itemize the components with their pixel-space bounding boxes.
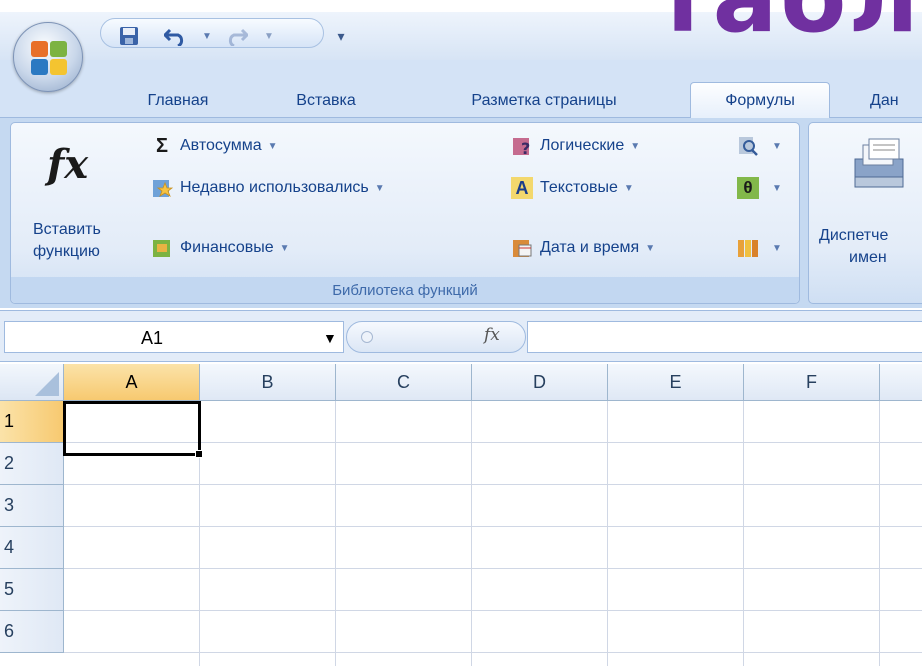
chevron-down-icon: ▼	[623, 182, 634, 194]
row-header-1[interactable]: 1	[0, 401, 64, 443]
insert-function-fx-icon[interactable]: fx	[484, 325, 500, 345]
chevron-down-icon: ▼	[630, 140, 641, 152]
logical-label: Логические	[540, 137, 625, 154]
logical-book-icon: ?	[511, 135, 533, 157]
recently-used-label: Недавно использовались	[180, 179, 369, 196]
grid-line	[607, 401, 608, 666]
fill-handle[interactable]	[195, 450, 203, 458]
column-header-g[interactable]	[880, 364, 922, 401]
financial-label: Финансовые	[180, 239, 274, 256]
active-cell-a1[interactable]	[63, 401, 201, 456]
grid-line	[64, 484, 922, 485]
formula-bar: A1 ▼ fx	[0, 310, 922, 362]
magnifier-book-icon	[737, 135, 759, 157]
column-header-f[interactable]: F	[744, 364, 880, 401]
chevron-down-icon: ▼	[374, 182, 385, 194]
tab-home[interactable]: Главная	[128, 84, 228, 118]
name-manager-button[interactable]: Диспетче имен	[809, 131, 922, 271]
column-header-e[interactable]: E	[608, 364, 744, 401]
sigma-icon: Σ	[155, 134, 168, 157]
grid-line	[64, 610, 922, 611]
grid-line	[64, 526, 922, 527]
chevron-down-icon: ▼	[772, 242, 782, 254]
column-header-b[interactable]: B	[200, 364, 336, 401]
tab-page-layout[interactable]: Разметка страницы	[424, 84, 664, 118]
calendar-book-icon	[511, 237, 533, 259]
chevron-down-icon: ▼	[772, 140, 782, 152]
function-library-label: Библиотека функций	[11, 277, 799, 303]
name-manager-label-1: Диспетче	[819, 227, 889, 244]
undo-dropdown-icon[interactable]: ▼	[196, 25, 218, 47]
chevron-down-icon[interactable]: ▼	[323, 330, 337, 346]
more-functions-button[interactable]: ▼	[737, 237, 782, 259]
chevron-down-icon: ▼	[645, 242, 656, 254]
defined-names-group: Диспетче имен	[808, 122, 922, 304]
text-book-icon: A	[511, 177, 533, 199]
grid-line	[335, 401, 336, 666]
autosum-label: Автосумма	[180, 137, 262, 154]
grid-line	[471, 401, 472, 666]
chevron-down-icon: ▼	[772, 182, 782, 194]
date-time-label: Дата и время	[540, 239, 640, 256]
row-header-5[interactable]: 5	[0, 569, 64, 611]
chevron-down-icon: ▼	[267, 140, 278, 152]
customize-qat-icon[interactable]: ▾	[330, 25, 352, 47]
tab-data[interactable]: Дан	[870, 84, 922, 118]
redo-icon[interactable]	[226, 25, 248, 47]
tab-insert[interactable]: Вставка	[276, 84, 376, 118]
theta-book-icon: θ	[737, 177, 759, 199]
logical-button[interactable]: ? Логические ▼	[511, 135, 640, 157]
svg-text:?: ?	[521, 139, 530, 157]
select-all-corner[interactable]	[0, 364, 64, 401]
row-header-2[interactable]: 2	[0, 443, 64, 485]
ribbon-tabs: Главная Вставка Разметка страницы Формул…	[0, 60, 922, 119]
text-functions-label: Текстовые	[540, 179, 618, 196]
math-trig-button[interactable]: θ ▼	[737, 177, 782, 199]
name-manager-icon	[849, 137, 909, 198]
recently-used-button[interactable]: Недавно использовались ▼	[151, 177, 385, 199]
insert-function-button[interactable]: fx Вставить функцию	[21, 133, 131, 273]
star-book-icon	[151, 177, 173, 199]
row-header-6[interactable]: 6	[0, 611, 64, 653]
undo-icon[interactable]	[164, 25, 186, 47]
name-manager-label-2: имен	[849, 249, 887, 266]
lookup-reference-button[interactable]: ▼	[737, 135, 782, 157]
column-header-d[interactable]: D	[472, 364, 608, 401]
row-header-4[interactable]: 4	[0, 527, 64, 569]
financial-book-icon	[151, 237, 173, 259]
circle-icon	[361, 331, 373, 343]
name-box[interactable]: A1 ▼	[4, 321, 344, 353]
formula-input[interactable]	[527, 321, 922, 353]
insert-function-label-1: Вставить	[33, 221, 101, 238]
autosum-button[interactable]: Σ Автосумма ▼	[151, 135, 278, 157]
save-icon[interactable]	[118, 25, 140, 47]
fx-icon: fx	[47, 141, 89, 188]
grid-line	[743, 401, 744, 666]
name-box-value: A1	[141, 328, 164, 348]
function-library-group: fx Вставить функцию Σ Автосумма ▼ Недавн…	[10, 122, 800, 304]
books-icon	[737, 237, 759, 259]
tab-formulas[interactable]: Формулы	[690, 82, 830, 119]
date-time-button[interactable]: Дата и время ▼	[511, 237, 655, 259]
redo-dropdown-icon[interactable]: ▼	[258, 25, 280, 47]
office-button[interactable]	[13, 22, 83, 92]
financial-button[interactable]: Финансовые ▼	[151, 237, 290, 259]
column-header-c[interactable]: C	[336, 364, 472, 401]
text-functions-button[interactable]: A Текстовые ▼	[511, 177, 634, 199]
grid-line	[879, 401, 880, 666]
grid-line	[64, 568, 922, 569]
ribbon: fx Вставить функцию Σ Автосумма ▼ Недавн…	[0, 118, 922, 308]
slide-title: табл	[655, 0, 921, 54]
row-header-3[interactable]: 3	[0, 485, 64, 527]
chevron-down-icon: ▼	[279, 242, 290, 254]
grid-line	[64, 652, 922, 653]
column-header-a[interactable]: A	[64, 364, 200, 401]
spreadsheet-grid: A B C D E F 1 2 3 4 5 6	[0, 364, 922, 666]
office-logo-icon	[31, 41, 67, 75]
insert-function-label-2: функцию	[33, 243, 100, 260]
